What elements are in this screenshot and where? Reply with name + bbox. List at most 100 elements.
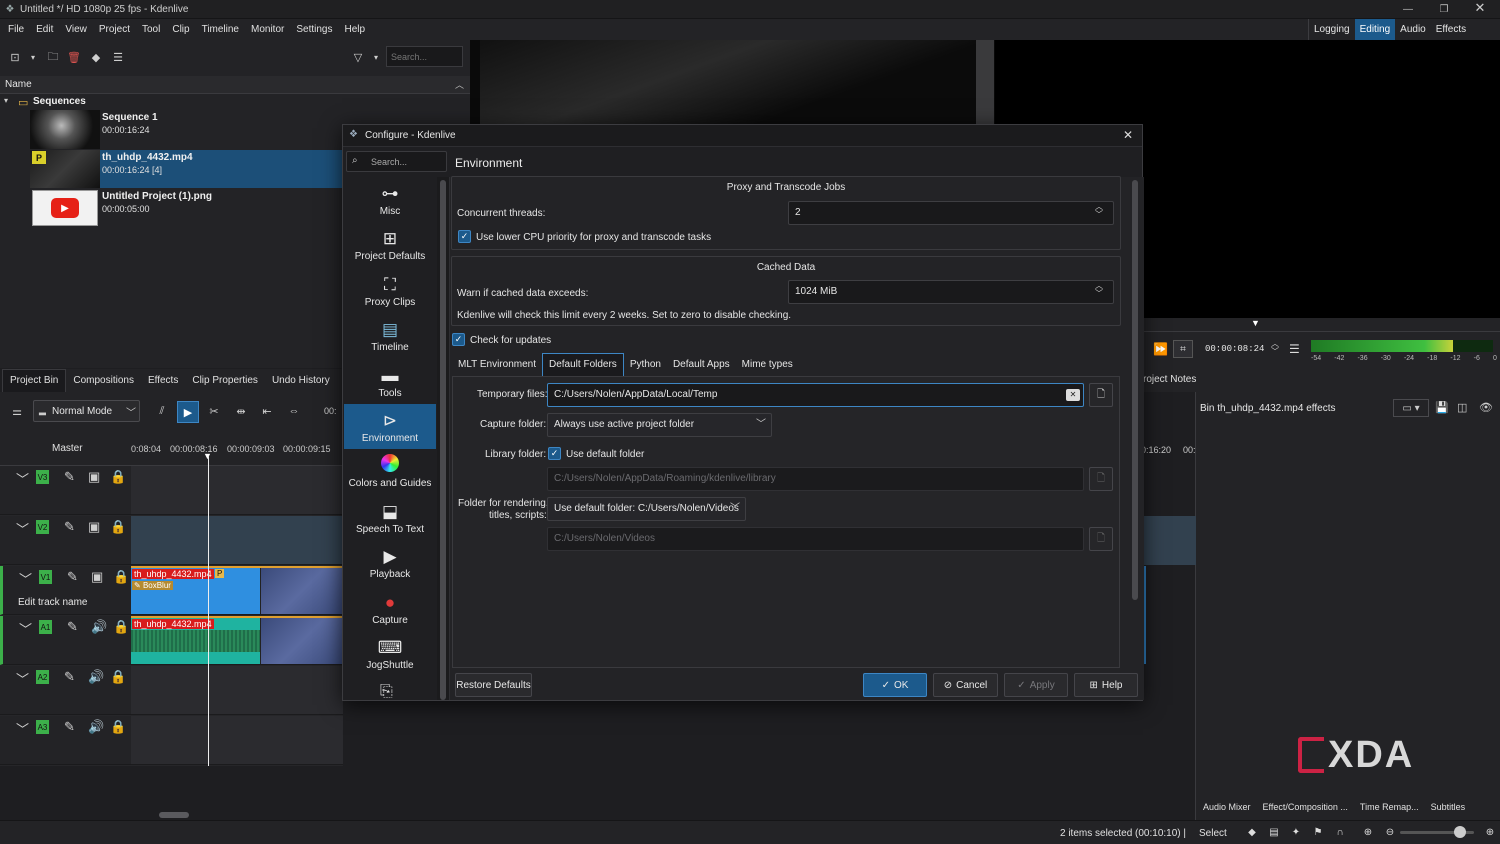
workspace-effects[interactable]: Effects bbox=[1431, 19, 1471, 40]
category-speech-to-text[interactable]: ⬓ Speech To Text bbox=[344, 495, 436, 540]
timecode-spin-icon[interactable]: ︿ ﹀ bbox=[1271, 340, 1279, 356]
subtab-mime-types[interactable]: Mime types bbox=[736, 354, 799, 376]
workspace-logging[interactable]: Logging bbox=[1309, 19, 1355, 40]
close-window-icon[interactable]: ✕ bbox=[1470, 0, 1490, 15]
library-path-input[interactable]: C:/Users/Nolen/AppData/Roaming/kdenlive/… bbox=[547, 467, 1084, 491]
library-default-checkbox[interactable]: ✓ bbox=[548, 447, 561, 460]
filter-icon[interactable]: ▽ bbox=[349, 48, 367, 66]
lock-icon[interactable]: 🔒 bbox=[110, 669, 126, 685]
tab-time-remap-[interactable]: Time Remap... bbox=[1354, 796, 1425, 818]
compare-icon[interactable]: ▭ ▾ bbox=[1393, 399, 1429, 417]
effects-wand-icon[interactable]: ✎ bbox=[64, 669, 75, 685]
track-lane-v3[interactable] bbox=[131, 466, 343, 515]
ok-button[interactable]: ✓ OK bbox=[863, 673, 927, 697]
spacer-icon[interactable]: ⇹ bbox=[232, 402, 250, 420]
marker-flag-icon[interactable]: ⚑ bbox=[1310, 824, 1326, 840]
menu-tool[interactable]: Tool bbox=[136, 19, 166, 40]
menu-edit[interactable]: Edit bbox=[30, 19, 59, 40]
tab-compositions[interactable]: Compositions bbox=[66, 370, 141, 392]
add-clip-icon[interactable]: ⊡ bbox=[6, 48, 24, 66]
selection-tool-icon[interactable]: ▶ bbox=[177, 401, 199, 423]
threads-spinbox[interactable]: 2 ︿ ﹀ bbox=[788, 201, 1114, 225]
tab-effect-composition-[interactable]: Effect/Composition ... bbox=[1257, 796, 1354, 818]
dropdown-arrow-icon[interactable]: ▾ bbox=[24, 48, 42, 66]
browse-temp-button[interactable]: 🗋 bbox=[1089, 383, 1113, 407]
timeline-scrollbar[interactable] bbox=[0, 766, 1195, 820]
zoom-slider-handle[interactable] bbox=[1454, 826, 1466, 838]
temp-files-input[interactable]: C:/Users/Nolen/AppData/Local/Temp ✕ bbox=[547, 383, 1084, 407]
cancel-button[interactable]: ⊘ Cancel bbox=[933, 673, 998, 697]
filter-dropdown-icon[interactable]: ▾ bbox=[367, 48, 385, 66]
split-view-icon[interactable]: ◫ bbox=[1457, 401, 1467, 414]
collapse-icon[interactable]: ﹀ bbox=[19, 569, 32, 588]
sequences-folder[interactable]: ▾ ▭ Sequences bbox=[0, 96, 470, 110]
monitor-timecode[interactable]: 00:00:08:24 bbox=[1205, 344, 1264, 354]
category-proxy-clips[interactable]: ⛶ Proxy Clips bbox=[344, 268, 436, 313]
category-jogshuttle[interactable]: ⌨ JogShuttle bbox=[344, 631, 436, 676]
minimize-icon[interactable]: — bbox=[1398, 2, 1418, 16]
expand-arrow-icon[interactable]: ▾ bbox=[4, 96, 8, 105]
track-lane-a3[interactable] bbox=[131, 716, 343, 765]
render-path-input[interactable]: C:/Users/Nolen/Videos bbox=[547, 527, 1084, 551]
tab-project-bin[interactable]: Project Bin bbox=[2, 369, 67, 392]
zoom-fit-icon[interactable]: ⊕ bbox=[1482, 824, 1498, 840]
check-updates-checkbox[interactable]: ✓ bbox=[452, 333, 465, 346]
category-environment[interactable]: ⊳ Environment bbox=[344, 404, 436, 449]
snap-icon[interactable]: ✦ bbox=[1288, 824, 1304, 840]
tab-undo-history[interactable]: Undo History bbox=[265, 370, 337, 392]
lower-cpu-checkbox[interactable]: ✓ bbox=[458, 230, 471, 243]
menu-view[interactable]: View bbox=[59, 19, 93, 40]
tab-clip-properties[interactable]: Clip Properties bbox=[185, 370, 265, 392]
subtab-default-folders[interactable]: Default Folders bbox=[542, 353, 624, 376]
category-misc[interactable]: ⊶ Misc bbox=[344, 177, 436, 222]
mute-icon[interactable]: 🔊 bbox=[88, 669, 104, 685]
add-folder-icon[interactable]: 🗀 bbox=[44, 48, 62, 66]
track-header-a1[interactable]: ﹀ A1 ✎ 🔊 🔒 bbox=[0, 616, 131, 665]
dialog-search-input[interactable]: Search... bbox=[371, 157, 407, 167]
subtab-default-apps[interactable]: Default Apps bbox=[667, 354, 736, 376]
render-folder-select[interactable]: Use default folder: C:/Users/Nolen/Video… bbox=[547, 497, 746, 521]
category-scrollbar[interactable] bbox=[437, 177, 449, 700]
crop-icon[interactable]: ⌗ bbox=[1173, 340, 1193, 358]
settings-scrollbar-thumb[interactable] bbox=[1132, 180, 1138, 600]
help-button[interactable]: ⊞ Help bbox=[1074, 673, 1138, 697]
browse-render-button[interactable]: 🗋 bbox=[1089, 527, 1113, 551]
category-capture[interactable]: ● Capture bbox=[344, 586, 436, 631]
dialog-search[interactable]: ⌕ Search... bbox=[346, 151, 447, 172]
effects-wand-icon[interactable]: ✎ bbox=[64, 719, 75, 735]
menu-file[interactable]: File bbox=[2, 19, 30, 40]
scrollbar-thumb[interactable] bbox=[159, 812, 189, 818]
category-tools[interactable]: ▬ Tools bbox=[344, 359, 436, 404]
apply-button[interactable]: ✓ Apply bbox=[1004, 673, 1068, 697]
lock-icon[interactable]: 🔒 bbox=[110, 719, 126, 735]
magnet-icon[interactable]: ∩ bbox=[1332, 824, 1348, 840]
settings-scrollbar[interactable] bbox=[1129, 177, 1141, 667]
category-project-defaults[interactable]: ⊞ Project Defaults bbox=[344, 222, 436, 267]
mute-icon[interactable]: 🔊 bbox=[88, 719, 104, 735]
playhead-marker-icon[interactable]: ▼ bbox=[1251, 318, 1260, 328]
effects-wand-icon[interactable]: ✎ bbox=[64, 519, 75, 535]
collapse-icon[interactable]: ﹀ bbox=[19, 619, 32, 638]
save-icon[interactable]: ▤ bbox=[1266, 824, 1282, 840]
monitor-menu-icon[interactable]: ☰ bbox=[1289, 342, 1300, 356]
slip-icon[interactable]: ⇔ bbox=[285, 402, 303, 420]
lock-icon[interactable]: 🔒 bbox=[110, 519, 126, 535]
close-icon[interactable]: ✕ bbox=[1123, 128, 1133, 142]
menu-timeline[interactable]: Timeline bbox=[196, 19, 245, 40]
bin-search-input[interactable] bbox=[386, 46, 463, 67]
menu-monitor[interactable]: Monitor bbox=[245, 19, 290, 40]
delete-icon[interactable]: 🗑 bbox=[65, 48, 83, 66]
tag-icon[interactable]: ◆ bbox=[87, 48, 105, 66]
razor-icon[interactable]: ✂ bbox=[205, 402, 223, 420]
restore-defaults-button[interactable]: Restore Defaults bbox=[455, 673, 532, 697]
audio-clip[interactable]: th_uhdp_4432.mp4 bbox=[131, 616, 343, 664]
category-timeline[interactable]: ▤ Timeline bbox=[344, 313, 436, 358]
tab-effects[interactable]: Effects bbox=[141, 370, 185, 392]
track-header-v2[interactable]: ﹀ V2 ✎ ▣ 🔒 bbox=[0, 516, 131, 565]
ripple-icon[interactable]: ⇤ bbox=[258, 402, 276, 420]
tab-audio-mixer[interactable]: Audio Mixer bbox=[1197, 796, 1257, 818]
subtab-python[interactable]: Python bbox=[624, 354, 667, 376]
menu-help[interactable]: Help bbox=[339, 19, 372, 40]
track-header-v3[interactable]: ﹀ V3 ✎ ▣ 🔒 bbox=[0, 466, 131, 515]
collapse-icon[interactable]: ﹀ bbox=[16, 469, 29, 488]
